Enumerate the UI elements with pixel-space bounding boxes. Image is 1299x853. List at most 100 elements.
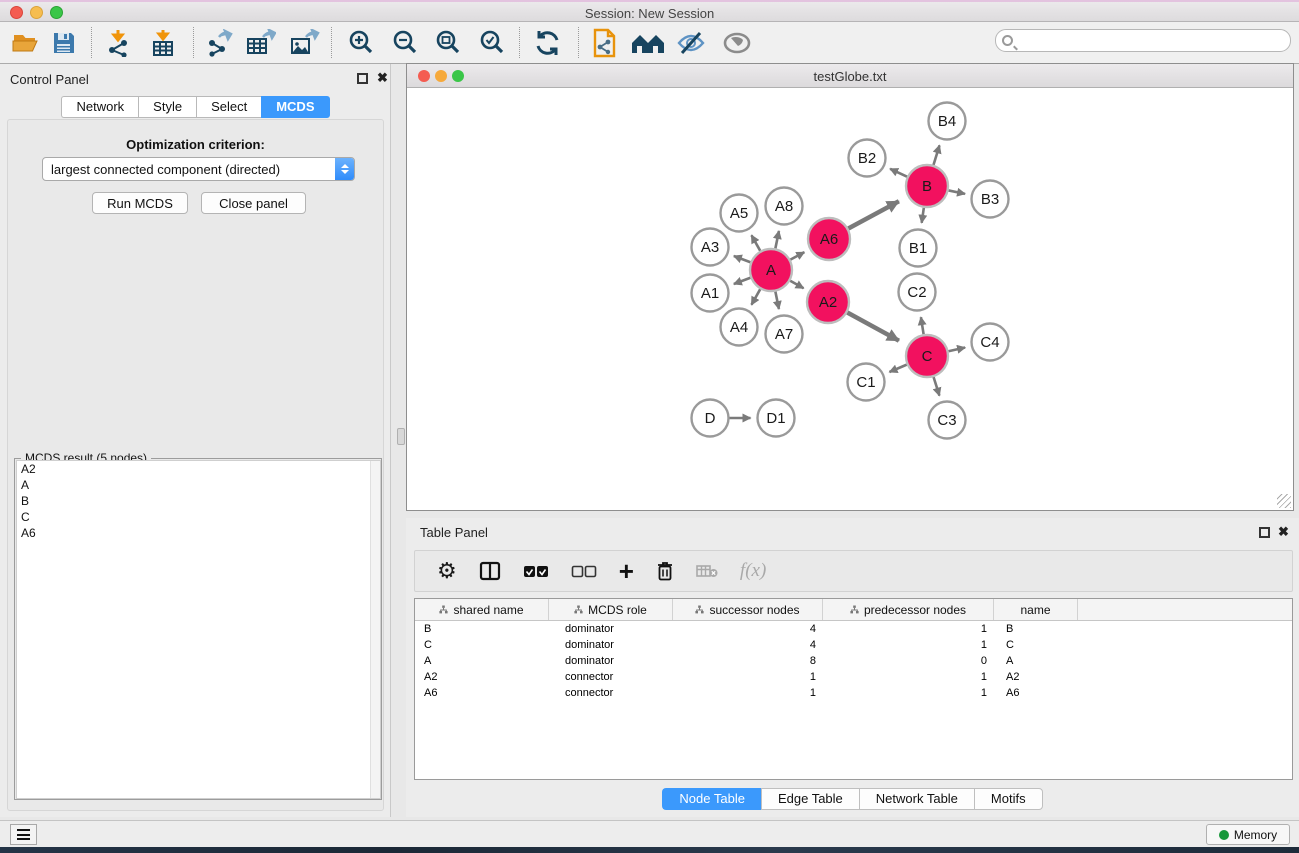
edge-B-B4[interactable] xyxy=(933,145,939,165)
node-C[interactable]: C xyxy=(906,335,948,377)
tab-edge-table[interactable]: Edge Table xyxy=(761,788,859,810)
close-panel-icon[interactable]: ✖ xyxy=(377,70,388,86)
function-builder-icon[interactable]: f(x) xyxy=(740,560,766,582)
edge-C-C3[interactable] xyxy=(934,377,940,396)
node-A1[interactable]: A1 xyxy=(692,275,729,312)
node-B1[interactable]: B1 xyxy=(900,230,937,267)
resize-grip-icon[interactable] xyxy=(1277,494,1291,508)
tab-mcds[interactable]: MCDS xyxy=(261,96,329,118)
edge-A-A8[interactable] xyxy=(775,231,779,248)
node-A7[interactable]: A7 xyxy=(766,316,803,353)
node-A3[interactable]: A3 xyxy=(692,229,729,266)
zoom-out-icon[interactable] xyxy=(391,25,419,61)
delete-column-icon[interactable] xyxy=(656,561,674,582)
column-header-name[interactable]: name xyxy=(994,599,1078,620)
table-row[interactable]: Adominator80A xyxy=(415,653,1292,669)
float-panel-icon[interactable] xyxy=(357,73,368,84)
edge-A-A7[interactable] xyxy=(775,292,779,309)
edge-B-B2[interactable] xyxy=(890,169,907,177)
node-C1[interactable]: C1 xyxy=(848,364,885,401)
close-table-panel-icon[interactable]: ✖ xyxy=(1278,524,1289,540)
column-visibility-icon[interactable] xyxy=(479,561,501,581)
tab-style[interactable]: Style xyxy=(138,96,196,118)
edge-C-C2[interactable] xyxy=(921,317,924,334)
result-item[interactable]: A2 xyxy=(17,461,380,477)
deselect-all-icon[interactable] xyxy=(571,565,597,578)
settings-gear-icon[interactable]: ⚙ xyxy=(437,560,457,582)
edge-A2-C[interactable] xyxy=(847,313,899,341)
splitter-handle[interactable] xyxy=(397,428,405,445)
node-D[interactable]: D xyxy=(692,400,729,437)
node-A[interactable]: A xyxy=(750,249,792,291)
mcds-result-list[interactable]: A2ABCA6 xyxy=(16,460,381,799)
column-header-MCDS-role[interactable]: MCDS role xyxy=(549,599,673,620)
edge-A-A3[interactable] xyxy=(734,256,751,262)
network-document-icon[interactable] xyxy=(592,25,618,61)
criterion-dropdown[interactable]: largest connected component (directed) xyxy=(42,157,355,181)
close-panel-button[interactable]: Close panel xyxy=(201,192,306,214)
refresh-layout-icon[interactable] xyxy=(533,25,563,61)
node-A2[interactable]: A2 xyxy=(807,281,849,323)
edge-B-B3[interactable] xyxy=(949,190,965,193)
node-C2[interactable]: C2 xyxy=(899,274,936,311)
edge-B-B1[interactable] xyxy=(922,208,924,223)
export-network-icon[interactable] xyxy=(205,25,233,61)
edge-A-A6[interactable] xyxy=(790,252,804,259)
column-header-shared-name[interactable]: shared name xyxy=(415,599,549,620)
edge-C-C4[interactable] xyxy=(948,348,965,352)
result-item[interactable]: A xyxy=(17,477,380,493)
tab-select[interactable]: Select xyxy=(196,96,261,118)
node-B2[interactable]: B2 xyxy=(849,140,886,177)
node-B[interactable]: B xyxy=(906,165,948,207)
column-header-successor-nodes[interactable]: successor nodes xyxy=(673,599,823,620)
column-header-predecessor-nodes[interactable]: predecessor nodes xyxy=(823,599,994,620)
edge-A-A4[interactable] xyxy=(751,289,760,305)
show-details-icon[interactable] xyxy=(722,25,752,61)
zoom-fit-icon[interactable] xyxy=(434,25,462,61)
result-item[interactable]: C xyxy=(17,509,380,525)
search-box[interactable] xyxy=(995,29,1291,52)
table-row[interactable]: Cdominator41C xyxy=(415,637,1292,653)
node-B4[interactable]: B4 xyxy=(929,103,966,140)
save-session-icon[interactable] xyxy=(52,25,76,61)
task-history-icon[interactable] xyxy=(10,824,37,845)
delete-table-icon[interactable] xyxy=(696,564,718,578)
node-table[interactable]: shared nameMCDS rolesuccessor nodesprede… xyxy=(414,598,1293,780)
node-C4[interactable]: C4 xyxy=(972,324,1009,361)
export-image-icon[interactable] xyxy=(290,25,320,61)
table-row[interactable]: A2connector11A2 xyxy=(415,669,1292,685)
export-table-icon[interactable] xyxy=(246,25,276,61)
tab-motifs[interactable]: Motifs xyxy=(974,788,1043,810)
home-icon[interactable] xyxy=(630,25,666,61)
import-table-icon[interactable] xyxy=(150,25,176,61)
result-scrollbar[interactable] xyxy=(370,461,380,798)
memory-button[interactable]: Memory xyxy=(1206,824,1290,845)
edge-A-A5[interactable] xyxy=(751,235,760,251)
node-B3[interactable]: B3 xyxy=(972,181,1009,218)
node-A4[interactable]: A4 xyxy=(721,309,758,346)
network-window-titlebar[interactable]: testGlobe.txt xyxy=(407,64,1293,88)
select-all-icon[interactable] xyxy=(523,565,549,578)
hide-details-icon[interactable] xyxy=(676,25,706,61)
node-A8[interactable]: A8 xyxy=(766,188,803,225)
tab-network[interactable]: Network xyxy=(61,96,138,118)
network-canvas[interactable]: B4B2BB3A8A5A6A3B1AA1C2A2A4A7C4CC1C3DD1 xyxy=(407,88,1293,510)
edge-C-C1[interactable] xyxy=(889,365,906,372)
open-session-icon[interactable] xyxy=(12,25,40,61)
tab-network-table[interactable]: Network Table xyxy=(859,788,974,810)
zoom-selected-icon[interactable] xyxy=(478,25,506,61)
result-item[interactable]: B xyxy=(17,493,380,509)
table-row[interactable]: Bdominator41B xyxy=(415,621,1292,637)
node-A5[interactable]: A5 xyxy=(721,195,758,232)
edge-A-A2[interactable] xyxy=(790,281,803,289)
edge-A-A1[interactable] xyxy=(734,278,751,284)
tab-node-table[interactable]: Node Table xyxy=(662,788,761,810)
import-network-icon[interactable] xyxy=(106,25,134,61)
run-mcds-button[interactable]: Run MCDS xyxy=(92,192,188,214)
edge-A6-B[interactable] xyxy=(848,201,899,228)
add-column-icon[interactable]: + xyxy=(619,561,634,581)
zoom-in-icon[interactable] xyxy=(347,25,375,61)
node-C3[interactable]: C3 xyxy=(929,402,966,439)
float-table-panel-icon[interactable] xyxy=(1259,527,1270,538)
node-D1[interactable]: D1 xyxy=(758,400,795,437)
